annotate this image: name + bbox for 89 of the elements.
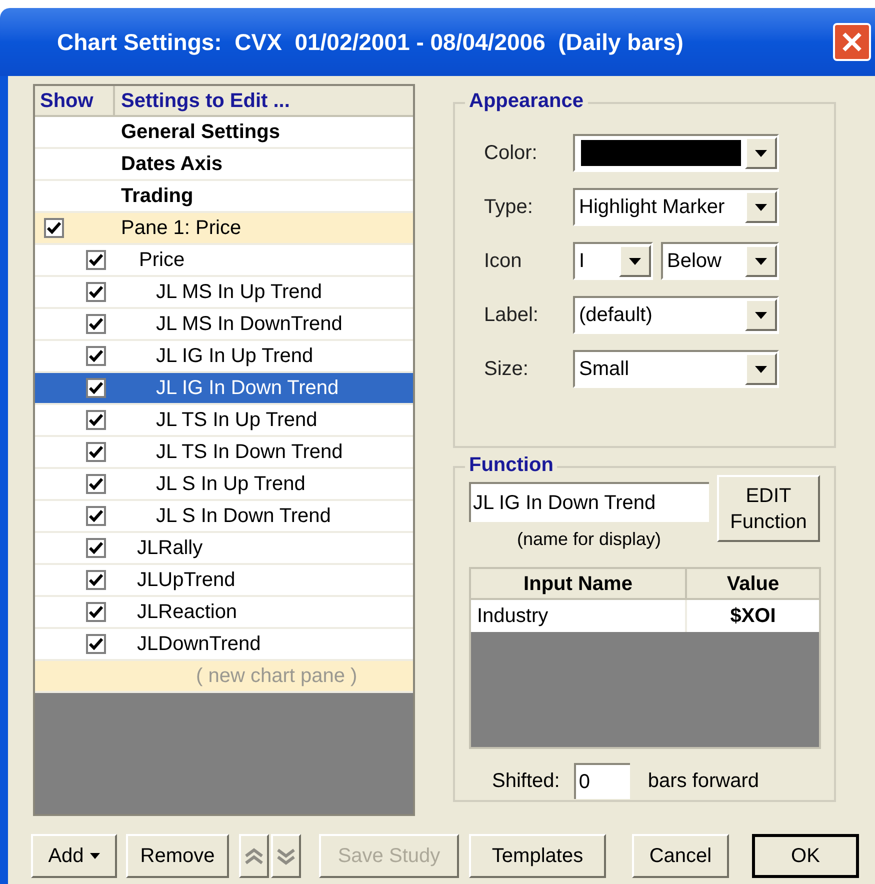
list-row[interactable]: JL S In Up Trend [35, 469, 413, 501]
field-label: Size: [484, 357, 530, 382]
list-row[interactable]: Trading [35, 181, 413, 213]
checkbox[interactable] [86, 314, 106, 334]
list-row[interactable]: JL IG In Down Trend [35, 373, 413, 405]
shift-label: Shifted: [492, 769, 560, 794]
list-row[interactable]: JL TS In Up Trend [35, 405, 413, 437]
table-cell: Industry [471, 600, 687, 632]
placeholder-text: ( new chart pane ) [196, 664, 358, 689]
shift-suffix: bars forward [648, 769, 759, 794]
row-label: JL MS In DownTrend [156, 312, 342, 337]
color-dropdown[interactable] [573, 134, 779, 172]
column-header[interactable]: Show [35, 86, 115, 115]
dropdown-arrow-icon [755, 204, 767, 210]
checkbox[interactable] [86, 378, 106, 398]
list-row[interactable]: JLDownTrend [35, 629, 413, 661]
list-row[interactable]: JL S In Down Trend [35, 501, 413, 533]
ok-button[interactable]: OK [752, 834, 859, 878]
list-row[interactable]: JL IG In Up Trend [35, 341, 413, 373]
list-row[interactable]: JL MS In Up Trend [35, 277, 413, 309]
checkbox[interactable] [86, 570, 106, 590]
column-header[interactable]: Settings to Edit ... [115, 86, 413, 115]
field-label: Label: [484, 303, 540, 328]
list-row[interactable]: General Settings [35, 117, 413, 149]
checkbox[interactable] [86, 602, 106, 622]
add-button[interactable]: Add [31, 834, 117, 878]
close-icon [841, 31, 863, 53]
edit-function-button[interactable]: EDIT Function [717, 475, 820, 542]
checkbox[interactable] [86, 538, 106, 558]
row-label: Dates Axis [121, 152, 223, 177]
row-label: Price [139, 248, 185, 273]
dropdown[interactable]: Small [573, 350, 779, 388]
row-label: JL TS In Down Trend [156, 440, 343, 465]
caret-icon [90, 853, 100, 859]
row-label: JL S In Down Trend [156, 504, 331, 529]
row-label: JL IG In Up Trend [156, 344, 314, 369]
list-row[interactable]: Pane 1: Price [35, 213, 413, 245]
row-label: JL S In Up Trend [156, 472, 306, 497]
list-row[interactable]: JLUpTrend [35, 565, 413, 597]
row-label: JLReaction [137, 600, 238, 625]
row-label: JLRally [137, 536, 203, 561]
dropdown-arrow-icon [629, 258, 641, 264]
table-cell-text: $XOI [729, 604, 777, 629]
name-field[interactable]: JL IG In Down Trend [469, 482, 709, 522]
close-button[interactable] [833, 23, 871, 61]
dropdown-arrow-icon [755, 366, 767, 372]
field-label: Color: [484, 141, 538, 166]
window-title: Chart Settings: CVX 01/02/2001 - 08/04/2006 (Daily bars) [57, 28, 684, 57]
dropdown-arrow-icon [755, 312, 767, 318]
checkbox[interactable] [86, 410, 106, 430]
dropdown[interactable]: Below [661, 242, 779, 280]
double-chevron-up-icon [244, 846, 264, 866]
row-label: JL IG In Down Trend [156, 376, 339, 401]
checkbox[interactable] [86, 634, 106, 654]
field-caption: (name for display) [516, 528, 662, 551]
list-row[interactable]: Dates Axis [35, 149, 413, 181]
dropdown[interactable]: Highlight Marker [573, 188, 779, 226]
list-row[interactable]: JL MS In DownTrend [35, 309, 413, 341]
list-row[interactable]: Price [35, 245, 413, 277]
dropdown-arrow-icon [755, 150, 767, 156]
checkbox[interactable] [44, 218, 64, 238]
column-header[interactable]: Value [687, 569, 819, 598]
list-row[interactable]: JLReaction [35, 597, 413, 629]
row-label: JLDownTrend [137, 632, 261, 657]
row-label: Trading [121, 184, 194, 209]
checkbox[interactable] [86, 474, 106, 494]
list-row[interactable]: JL TS In Down Trend [35, 437, 413, 469]
checkbox[interactable] [86, 346, 106, 366]
checkbox[interactable] [86, 250, 106, 270]
dialog-button[interactable]: Cancel [632, 834, 729, 878]
checkbox[interactable] [86, 506, 106, 526]
row-label: JLUpTrend [137, 568, 236, 593]
dropdown[interactable]: (default) [573, 296, 779, 334]
field-label: Type: [484, 195, 534, 220]
checkbox[interactable] [86, 282, 106, 302]
dropdown[interactable]: I [573, 242, 653, 280]
checkbox[interactable] [86, 442, 106, 462]
double-chevron-down-icon [276, 846, 296, 866]
dialog-button[interactable]: Remove [126, 834, 229, 878]
shift-field[interactable]: 0 [574, 763, 630, 799]
row-label: Pane 1: Price [121, 216, 242, 241]
dropdown-arrow-icon [755, 258, 767, 264]
row-label: General Settings [121, 120, 280, 145]
row-label: JL TS In Up Trend [156, 408, 318, 433]
list-row[interactable]: JLRally [35, 533, 413, 565]
field-label: Icon [484, 249, 523, 274]
dialog-button[interactable]: Templates [469, 834, 606, 878]
row-label: JL MS In Up Trend [156, 280, 322, 305]
column-header[interactable]: Input Name [471, 569, 687, 598]
